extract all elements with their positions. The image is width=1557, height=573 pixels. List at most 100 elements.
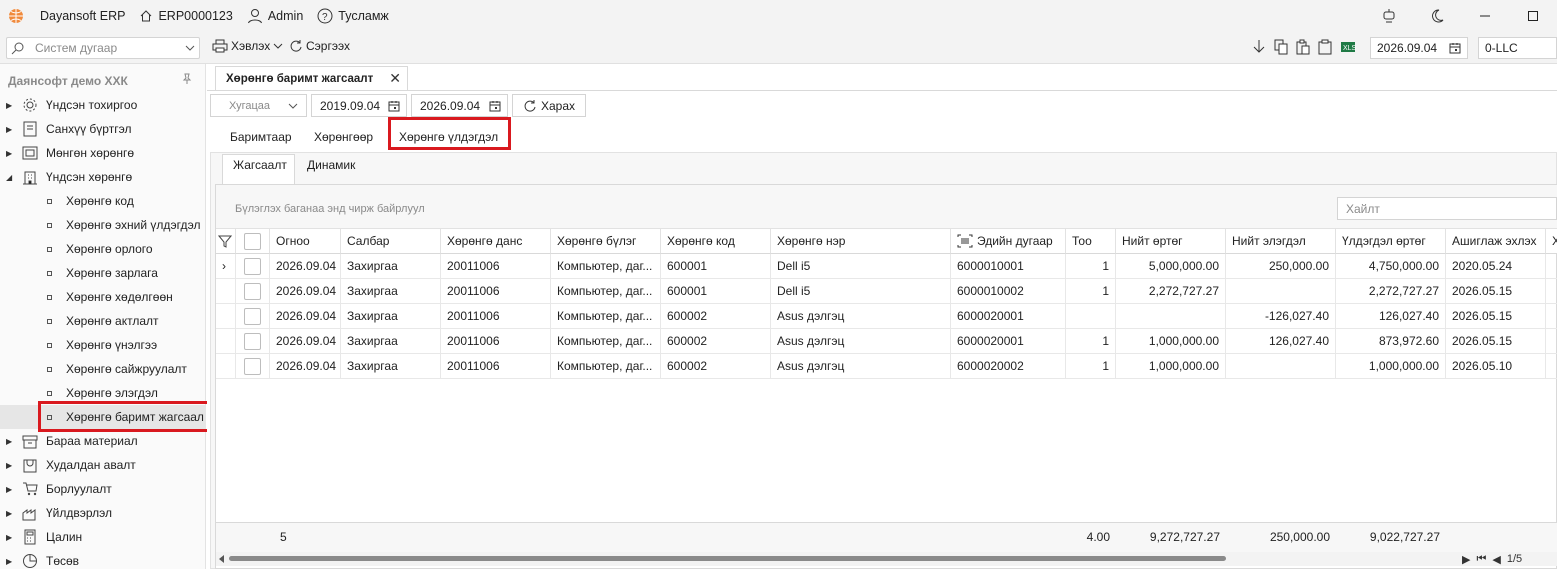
cell-extra[interactable] [1546,254,1557,279]
chevron-down-icon[interactable] [185,43,195,53]
sidebar-item-purchasing[interactable]: ▶ Худалдан авалт [0,453,206,477]
select-all-header[interactable] [236,229,270,254]
download-icon[interactable] [1252,39,1266,55]
close-icon[interactable]: ✕ [389,70,401,87]
sidebar-subitem[interactable]: Хөрөнгө хөдөлгөөн [0,285,206,309]
cell-qty[interactable]: 1 [1066,254,1116,279]
cell-group[interactable]: Компьютер, даг... [551,279,661,304]
row-checkbox[interactable] [244,357,261,375]
sidebar-subitem[interactable]: Хөрөнгө зарлага [0,261,206,285]
expand-arrow-icon[interactable]: ▶ [6,437,16,446]
calendar-icon[interactable] [388,100,400,112]
sidebar-subitem[interactable]: Хөрөнгө орлого [0,237,206,261]
theme-toggle[interactable] [1413,9,1461,23]
clipboard-icon[interactable] [1318,39,1332,55]
row-indicator[interactable] [216,354,236,379]
view-button[interactable]: Харах [512,94,586,117]
cell-group[interactable]: Компьютер, даг... [551,329,661,354]
cell-date[interactable]: 2026.09.04 [270,254,341,279]
cell-residual-cost[interactable]: 873,972.60 [1336,329,1446,354]
copy-icon[interactable] [1274,39,1288,55]
cell-residual-cost[interactable]: 4,750,000.00 [1336,254,1446,279]
sidebar-subitem[interactable]: Хөрөнгө код [0,189,206,213]
cell-qty[interactable] [1066,304,1116,329]
row-indicator[interactable] [216,304,236,329]
next-page-icon[interactable]: ▶ [1462,553,1470,566]
sidebar-item-accounting[interactable]: ▶ Санхүү бүртгэл [0,117,206,141]
expand-arrow-icon[interactable]: ▶ [6,149,16,158]
cell-account[interactable]: 20011006 [441,254,551,279]
cell-serial[interactable]: 6000020002 [951,354,1066,379]
work-date-field[interactable]: 2026.09.04 [1370,37,1468,59]
chevron-down-icon[interactable] [273,41,283,51]
column-header-total-depreciation[interactable]: Нийт элэгдэл [1226,229,1336,254]
tab-by-asset[interactable]: Хөрөнгөөр [314,130,373,144]
column-header-residual-cost[interactable]: Үлдэгдэл өртөг [1336,229,1446,254]
expand-arrow-icon[interactable]: ▶ [6,485,16,494]
cell-total-cost[interactable]: 1,000,000.00 [1116,329,1226,354]
collapse-arrow-icon[interactable]: ◢ [6,173,16,182]
cell-date[interactable]: 2026.09.04 [270,354,341,379]
row-select-cell[interactable] [236,354,270,379]
prev-page-icon[interactable]: ◀ [1492,553,1500,566]
expand-arrow-icon[interactable]: ▶ [6,101,16,110]
cell-branch[interactable]: Захиргаа [341,279,441,304]
tab-by-document[interactable]: Баримтаар [230,130,292,144]
row-indicator[interactable] [216,329,236,354]
cell-extra[interactable] [1546,304,1557,329]
minimize-button[interactable] [1461,10,1509,22]
row-checkbox[interactable] [244,332,261,350]
sidebar-item-settings[interactable]: ▶ Үндсэн тохиргоо [0,93,206,117]
row-select-cell[interactable] [236,304,270,329]
row-checkbox[interactable] [244,257,261,275]
cell-total-cost[interactable]: 2,272,727.27 [1116,279,1226,304]
date-from-field[interactable]: 2019.09.04 [311,94,407,117]
cell-start-date[interactable]: 2026.05.15 [1446,329,1546,354]
cell-branch[interactable]: Захиргаа [341,254,441,279]
cell-residual-cost[interactable]: 2,272,727.27 [1336,279,1446,304]
cell-name[interactable]: Asus дэлгэц [771,329,951,354]
expand-arrow-icon[interactable]: ▶ [6,461,16,470]
paste-icon[interactable] [1296,39,1310,55]
cell-total-cost[interactable] [1116,304,1226,329]
find-input[interactable]: Хайлт [1337,197,1557,220]
cell-serial[interactable]: 6000010001 [951,254,1066,279]
row-select-cell[interactable] [236,329,270,354]
column-header-group[interactable]: Хөрөнгө бүлэг [551,229,661,254]
first-page-icon[interactable]: ⏮ [1476,553,1486,566]
period-select[interactable]: Хугацаа [210,94,307,117]
system-number-search[interactable]: Систем дугаар [6,37,200,59]
cell-total-cost[interactable]: 5,000,000.00 [1116,254,1226,279]
notification-button[interactable] [1365,8,1413,24]
cell-date[interactable]: 2026.09.04 [270,304,341,329]
column-header-branch[interactable]: Салбар [341,229,441,254]
column-header-start-date[interactable]: Ашиглаж эхлэх [1446,229,1546,254]
company-selector[interactable]: 0-LLC [1478,37,1557,59]
filter-icon[interactable] [218,234,232,248]
scroll-left-icon[interactable] [218,555,226,563]
date-to-field[interactable]: 2026.09.04 [411,94,508,117]
sidebar-item-fixed-assets[interactable]: ◢ Үндсэн хөрөнгө [0,165,206,189]
tab-list[interactable]: Жагсаалт [233,158,287,172]
sidebar-item-sales[interactable]: ▶ Борлуулалт [0,477,206,501]
column-header-total-cost[interactable]: Нийт өртөг [1116,229,1226,254]
column-header-extra[interactable]: Х [1546,229,1557,254]
sidebar-subitem[interactable]: Хөрөнгө актлалт [0,309,206,333]
filter-header[interactable] [216,229,236,254]
cell-group[interactable]: Компьютер, даг... [551,304,661,329]
cell-start-date[interactable]: 2020.05.24 [1446,254,1546,279]
expand-arrow-icon[interactable]: ▶ [6,509,16,518]
cell-date[interactable]: 2026.09.04 [270,329,341,354]
database-button[interactable]: ERP0000123 [139,9,233,23]
help-button[interactable]: ? Тусламж [317,8,389,24]
cell-serial[interactable]: 6000020001 [951,329,1066,354]
calendar-icon[interactable] [489,100,501,112]
cell-qty[interactable]: 1 [1066,279,1116,304]
cell-name[interactable]: Asus дэлгэц [771,304,951,329]
cell-name[interactable]: Dell i5 [771,279,951,304]
cell-extra[interactable] [1546,279,1557,304]
sidebar-item-cash[interactable]: ▶ Мөнгөн хөрөнгө [0,141,206,165]
sidebar-item-payroll[interactable]: ▶ Цалин [0,525,206,549]
cell-branch[interactable]: Захиргаа [341,354,441,379]
cell-name[interactable]: Asus дэлгэц [771,354,951,379]
